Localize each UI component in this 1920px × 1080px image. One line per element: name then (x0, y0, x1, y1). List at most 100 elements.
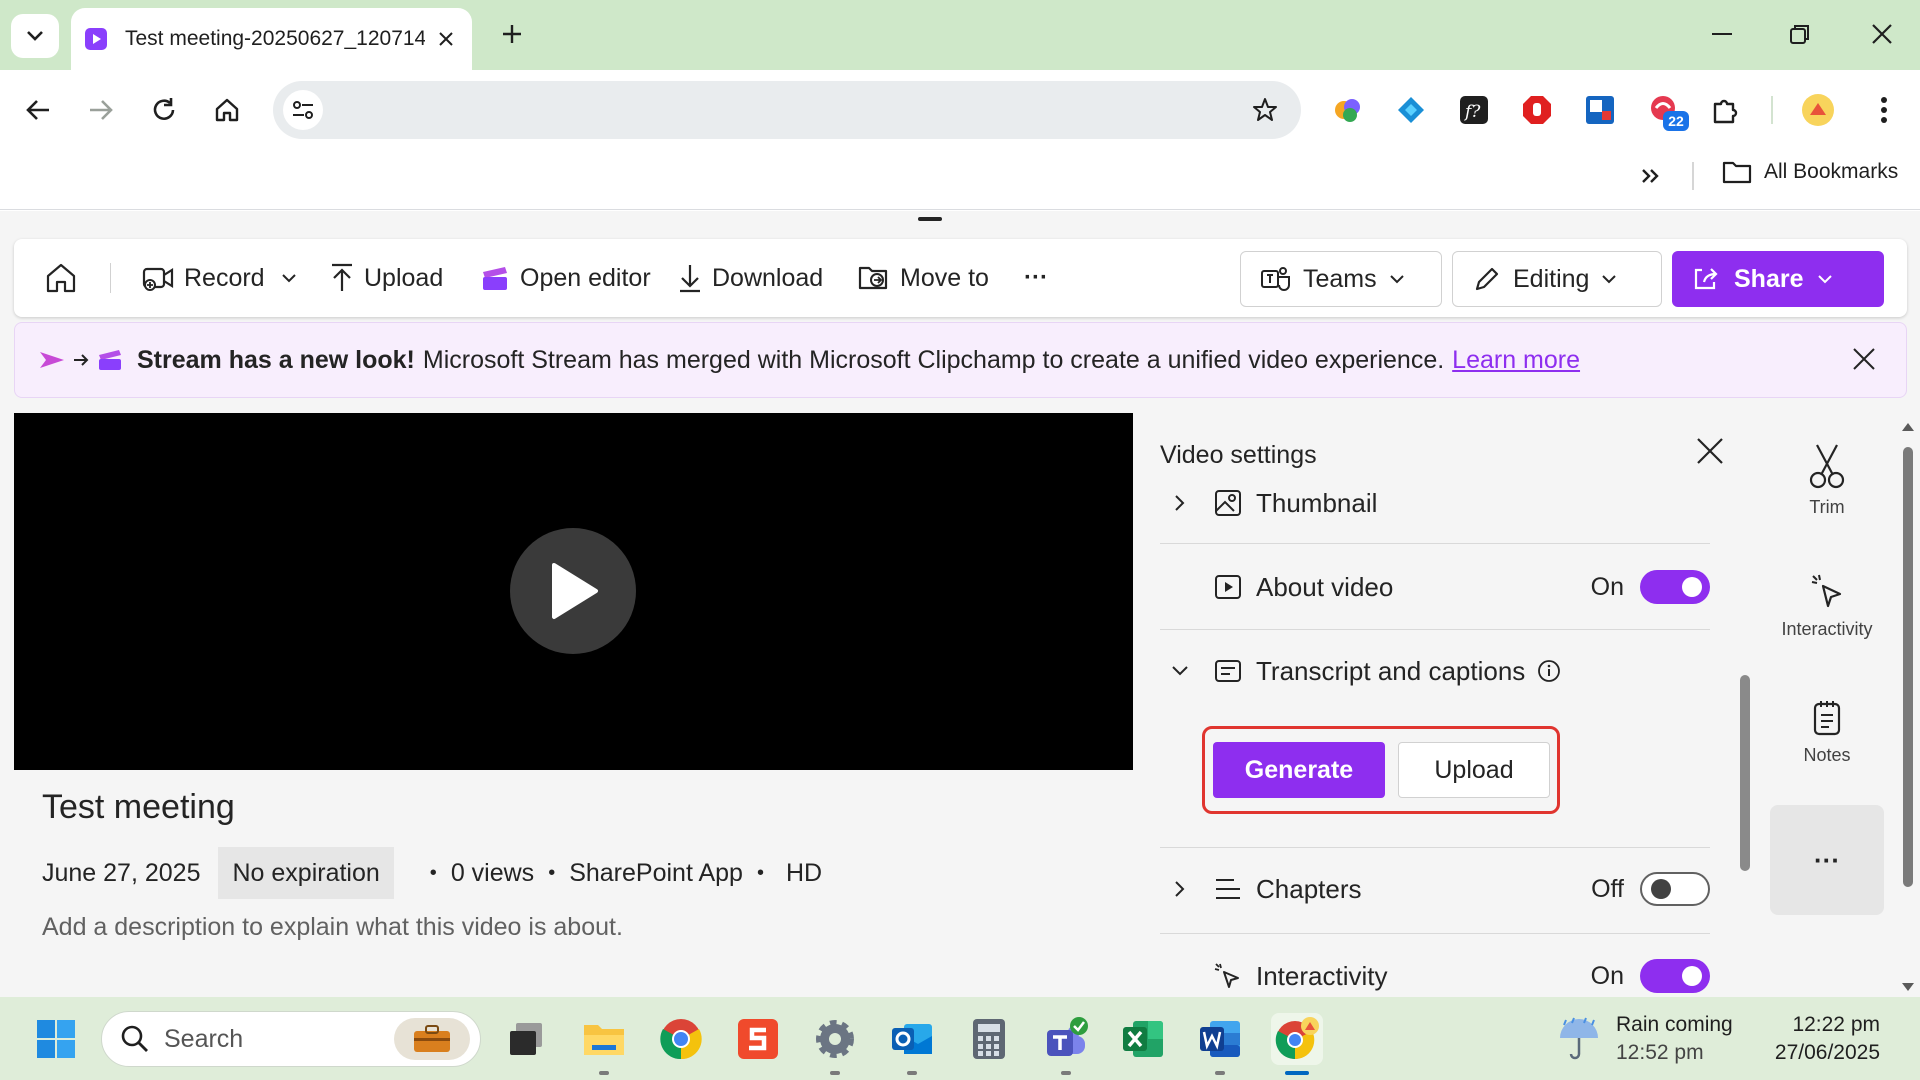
about-video-toggle[interactable] (1640, 570, 1710, 604)
banner-heading: Stream has a new look! (137, 345, 415, 374)
file-explorer-icon[interactable] (578, 1013, 630, 1075)
all-bookmarks-button[interactable]: All Bookmarks (1722, 160, 1898, 184)
upload-button[interactable]: Upload (330, 239, 443, 317)
settings-title: Video settings (1160, 441, 1317, 469)
teams-button[interactable]: Teams (1240, 251, 1442, 307)
settings-divider (1160, 543, 1710, 544)
editing-mode-button[interactable]: Editing (1452, 251, 1662, 307)
site-info-button[interactable] (283, 90, 323, 130)
generate-button[interactable]: Generate (1213, 742, 1385, 798)
move-to-label: Move to (900, 263, 989, 292)
profile-avatar[interactable] (1800, 92, 1836, 128)
outlook-icon[interactable] (886, 1013, 938, 1075)
excel-icon[interactable] (1117, 1013, 1169, 1065)
extension-with-badge-icon[interactable]: 22 (1645, 92, 1689, 131)
address-bar[interactable] (273, 81, 1301, 139)
reload-button[interactable] (142, 88, 186, 132)
extension-formula-icon[interactable]: f? (1456, 92, 1492, 128)
move-to-button[interactable]: Move to (858, 239, 989, 317)
umbrella-rain-icon (1560, 1017, 1598, 1060)
windows-start-icon[interactable] (30, 1013, 82, 1065)
open-editor-button[interactable]: Open editor (480, 239, 651, 317)
home-icon (46, 263, 76, 293)
settings-gear-icon[interactable] (809, 1013, 861, 1075)
bookmark-star-icon[interactable] (1251, 96, 1279, 124)
video-title[interactable]: Test meeting (42, 788, 235, 827)
info-icon[interactable] (1537, 659, 1561, 683)
browser-tab-active[interactable]: Test meeting-20250627_120714 (71, 8, 472, 70)
rail-notes-button[interactable]: Notes (1770, 699, 1884, 766)
extension-lock-square-icon[interactable] (1582, 92, 1618, 128)
back-button[interactable] (16, 88, 60, 132)
close-window-button[interactable] (1862, 14, 1902, 54)
about-video-state: On (1590, 572, 1624, 601)
stream-page: Record Upload Open editor Download Move … (0, 211, 1920, 997)
upload-captions-button[interactable]: Upload (1398, 742, 1550, 798)
chrome-icon[interactable] (655, 1013, 707, 1065)
download-label: Download (712, 263, 824, 292)
restore-button[interactable] (1780, 14, 1820, 54)
calculator-icon[interactable] (963, 1013, 1015, 1065)
tab-close-icon[interactable] (434, 27, 458, 51)
notes-icon (1813, 701, 1841, 736)
banner-close-icon[interactable] (1852, 347, 1876, 371)
image-icon (1200, 489, 1256, 517)
rail-more-button[interactable]: ··· (1770, 805, 1884, 915)
weather-widget[interactable]: Rain coming 12:52 pm (1556, 1011, 1733, 1067)
browser-menu-kebab-icon[interactable] (1866, 92, 1902, 128)
taskbar-search-box[interactable]: Search (101, 1011, 481, 1067)
arrow-left-icon (26, 100, 49, 120)
expiration-chip[interactable]: No expiration (218, 847, 394, 899)
chrome-profile-taskbar-icon[interactable] (1271, 1013, 1323, 1075)
thumbnail-section[interactable]: Thumbnail (1160, 481, 1710, 525)
extension-stop-hand-icon[interactable] (1519, 92, 1555, 128)
wps-s-icon[interactable] (732, 1013, 784, 1065)
task-view-icon[interactable] (500, 1013, 552, 1065)
home-button[interactable] (205, 88, 249, 132)
tab-search-button[interactable] (11, 14, 59, 58)
pencil-icon (1475, 267, 1499, 291)
home-nav-button[interactable] (44, 239, 78, 317)
page-scrollbar-thumb[interactable] (1903, 447, 1913, 887)
video-player[interactable] (14, 413, 1133, 770)
all-bookmarks-label: All Bookmarks (1764, 160, 1899, 183)
play-button[interactable] (510, 528, 636, 654)
minimize-button[interactable] (1702, 14, 1742, 54)
record-button[interactable]: Record (142, 239, 297, 317)
word-icon[interactable] (1194, 1013, 1246, 1075)
page-scrollbar[interactable] (1900, 419, 1916, 997)
new-tab-button[interactable] (496, 18, 528, 50)
transcript-section[interactable]: Transcript and captions (1160, 649, 1710, 693)
settings-close-icon[interactable] (1696, 437, 1724, 465)
download-button[interactable]: Download (678, 239, 823, 317)
interactivity-section[interactable]: Interactivity On (1160, 954, 1710, 997)
extension-diamond-icon[interactable] (1393, 92, 1429, 128)
system-clock[interactable]: 12:22 pm 27/06/2025 (1770, 1011, 1880, 1067)
scroll-up-arrow-icon (1902, 423, 1914, 431)
interactivity-toggle[interactable] (1640, 959, 1710, 993)
description-field[interactable]: Add a description to explain what this v… (42, 913, 623, 942)
chapters-toggle[interactable] (1640, 872, 1710, 906)
learn-more-link[interactable]: Learn more (1452, 346, 1580, 375)
teams-label: Teams (1303, 264, 1377, 293)
bookmarks-overflow-chevron-icon[interactable] (1637, 162, 1665, 190)
extension-colorful-icon[interactable] (1330, 92, 1366, 128)
rail-interactivity-button[interactable]: Interactivity (1770, 573, 1884, 640)
teams-taskbar-icon[interactable] (1040, 1013, 1092, 1075)
more-commands-button[interactable]: ··· (1024, 239, 1048, 317)
settings-scrollbar[interactable] (1740, 675, 1750, 871)
windows-taskbar: Search Rain coming 12:52 pm 12:22 pm 27/… (0, 997, 1920, 1080)
chapters-section[interactable]: Chapters Off (1160, 867, 1710, 911)
browser-toolbar: f? 22 (0, 70, 1920, 150)
drag-handle[interactable] (918, 217, 942, 221)
thumbnail-label: Thumbnail (1256, 487, 1378, 518)
share-button[interactable]: Share (1672, 251, 1884, 307)
upload-label: Upload (364, 263, 444, 292)
arrow-right-icon (90, 100, 113, 120)
chapters-state: Off (1591, 874, 1624, 903)
rail-trim-button[interactable]: Trim (1770, 443, 1884, 518)
extensions-puzzle-icon[interactable] (1708, 92, 1744, 128)
about-video-section[interactable]: About video On (1160, 565, 1710, 609)
separator-dot: • (756, 861, 764, 884)
forward-button[interactable] (79, 88, 123, 132)
